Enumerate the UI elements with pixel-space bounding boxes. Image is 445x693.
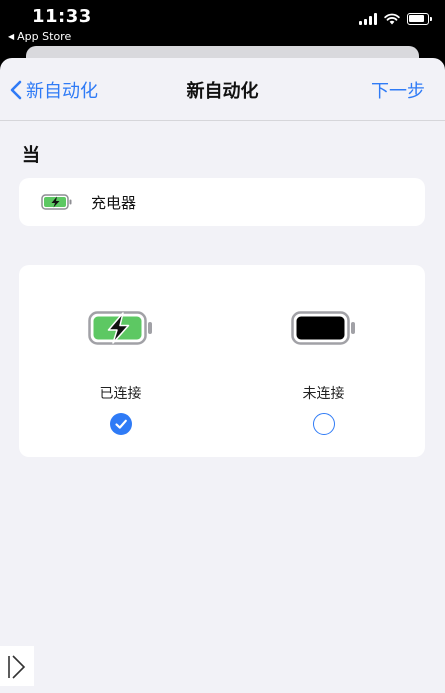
cellular-signal-icon — [359, 13, 377, 25]
option-connected-label: 已连接 — [99, 386, 142, 402]
overlay-handle[interactable] — [0, 646, 34, 686]
next-button[interactable]: 下一步 — [371, 77, 425, 103]
automation-sheet: 新自动化 新自动化 下一步 当 充电器 已连接 未连接 — [0, 58, 445, 693]
status-time: 11:33 — [32, 6, 92, 27]
trigger-label: 充电器 — [91, 193, 137, 212]
chevron-left-icon — [10, 80, 22, 100]
status-bar: 11:33 ◀ App Store — [0, 0, 445, 48]
radio-connected[interactable] — [109, 413, 132, 435]
left-triangle-icon: ◀ — [8, 32, 15, 41]
option-not-connected[interactable]: 未连接 — [222, 265, 425, 457]
back-to-app-link[interactable]: ◀ App Store — [8, 30, 71, 43]
back-app-label: App Store — [17, 30, 72, 43]
battery-icon — [407, 13, 432, 25]
back-button-label: 新自动化 — [26, 81, 98, 102]
charger-state-options: 已连接 未连接 — [19, 265, 425, 457]
status-icons — [359, 13, 432, 25]
section-label-when: 当 — [22, 145, 40, 166]
battery-charging-icon — [41, 194, 72, 210]
trigger-row[interactable]: 充电器 — [19, 178, 425, 226]
battery-charging-icon — [87, 311, 152, 345]
wifi-icon — [384, 13, 400, 25]
back-button[interactable]: 新自动化 — [10, 77, 98, 103]
navigation-bar: 新自动化 新自动化 下一步 — [0, 58, 445, 121]
option-not-connected-label: 未连接 — [302, 386, 345, 402]
expand-arrow-icon — [8, 655, 26, 679]
battery-full-icon — [290, 311, 355, 345]
radio-not-connected[interactable] — [312, 413, 335, 435]
checkmark-icon — [114, 419, 127, 429]
option-connected[interactable]: 已连接 — [19, 265, 222, 457]
